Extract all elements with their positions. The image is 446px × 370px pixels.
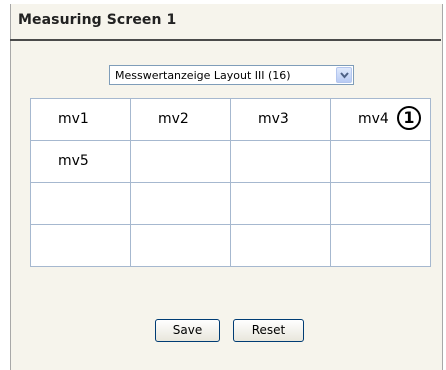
- grid-cell[interactable]: [230, 140, 331, 183]
- title-divider: [10, 39, 441, 41]
- grid-cell[interactable]: [30, 182, 131, 225]
- grid-cell[interactable]: [230, 182, 331, 225]
- layout-select[interactable]: Messwertanzeige Layout III (16): [109, 65, 354, 85]
- grid-cell[interactable]: mv3: [230, 98, 331, 141]
- chevron-down-icon: [340, 72, 349, 79]
- grid-cell[interactable]: mv2: [130, 98, 231, 141]
- reset-button[interactable]: Reset: [233, 319, 304, 342]
- grid-cell[interactable]: [130, 140, 231, 183]
- grid-row: [30, 182, 431, 225]
- grid-cell[interactable]: mv5: [30, 140, 131, 183]
- cell-label: mv5: [58, 153, 89, 169]
- circled-number-marker: 1: [397, 106, 421, 130]
- grid-cell[interactable]: [130, 224, 231, 267]
- grid-cell[interactable]: [230, 224, 331, 267]
- grid-cell[interactable]: [130, 182, 231, 225]
- grid-row: mv1 mv2 mv3 mv4 1: [30, 98, 431, 141]
- grid-cell[interactable]: [330, 224, 431, 267]
- grid-cell[interactable]: mv1: [30, 98, 131, 141]
- grid-row: mv5: [30, 140, 431, 183]
- grid-cell[interactable]: [330, 140, 431, 183]
- measurement-grid: mv1 mv2 mv3 mv4 1 mv5: [30, 98, 431, 267]
- screen-title: Measuring Screen 1: [18, 12, 177, 28]
- layout-select-value: Messwertanzeige Layout III (16): [115, 69, 291, 82]
- cell-label: mv3: [258, 111, 289, 127]
- grid-cell[interactable]: [330, 182, 431, 225]
- grid-cell[interactable]: [30, 224, 131, 267]
- grid-row: [30, 224, 431, 267]
- cell-label: mv4: [358, 111, 389, 127]
- cell-label: mv1: [58, 111, 89, 127]
- grid-cell[interactable]: mv4 1: [330, 98, 431, 141]
- save-button[interactable]: Save: [155, 319, 220, 342]
- cell-label: mv2: [158, 111, 189, 127]
- dropdown-button[interactable]: [336, 67, 352, 83]
